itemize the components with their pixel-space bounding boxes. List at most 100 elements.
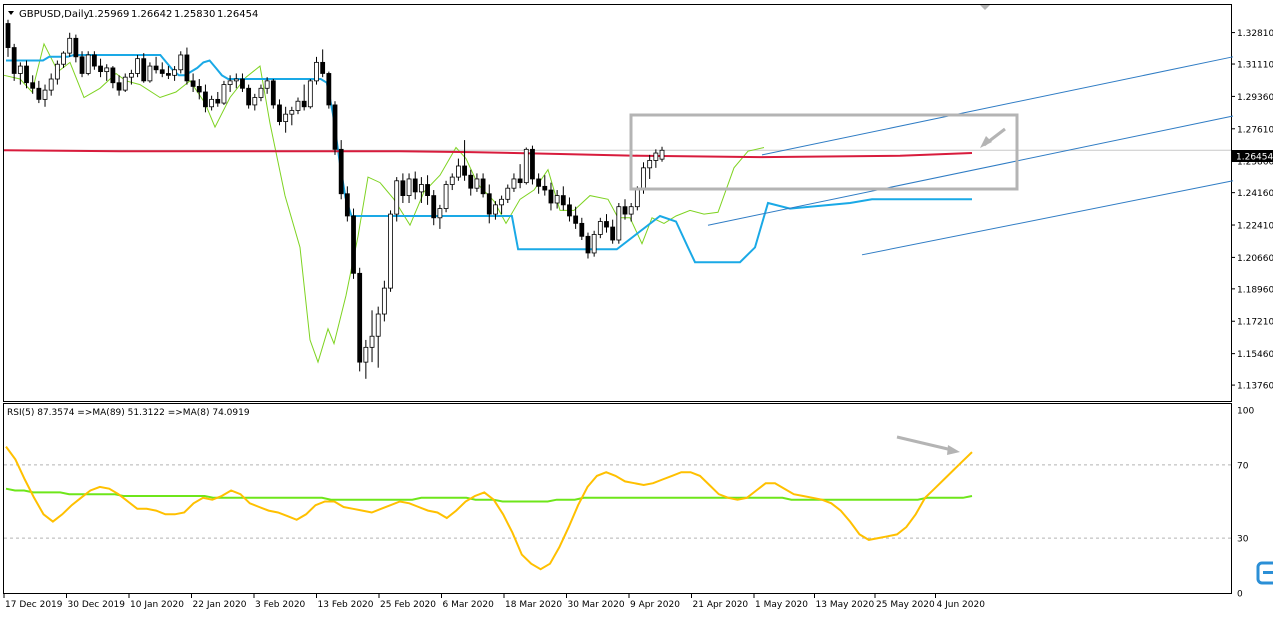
- candle-body: [456, 165, 461, 178]
- candle-body: [418, 184, 424, 193]
- candle-body: [116, 82, 122, 91]
- candle-body: [443, 184, 449, 209]
- candle-body: [240, 78, 245, 89]
- candle-body: [462, 165, 467, 176]
- candle-body: [585, 235, 591, 254]
- candle-body: [357, 272, 363, 363]
- candle-body: [283, 113, 289, 122]
- chart-root: GBPUSD,Daily 1.25969 1.26642 1.25830 1.2…: [0, 0, 1273, 618]
- candle-body: [449, 176, 455, 185]
- y-tick-label: 1.18960: [1237, 285, 1273, 295]
- y-tick-label: 1.31110: [1237, 61, 1273, 71]
- candle-body: [178, 54, 184, 71]
- candle-body: [270, 80, 276, 106]
- chart-title: GBPUSD,Daily: [19, 9, 90, 20]
- candle-body: [42, 89, 48, 100]
- x-tick-label: 21 Apr 2020: [693, 600, 749, 610]
- candle-body: [17, 65, 23, 74]
- candle-body: [641, 167, 646, 191]
- y-tick-label: 1.15460: [1237, 350, 1273, 360]
- x-tick-label: 1 May 2020: [755, 600, 808, 610]
- candle-body: [252, 97, 258, 106]
- x-tick-label: 17 Dec 2019: [5, 600, 63, 610]
- candle-body: [406, 178, 412, 196]
- candle-body: [591, 234, 597, 254]
- candle-body: [536, 178, 542, 187]
- candle-body: [147, 65, 153, 82]
- candle-body: [184, 54, 190, 82]
- rsi-tick-label: 0: [1237, 590, 1243, 600]
- candle-body: [530, 148, 535, 180]
- y-tick-label: 1.27610: [1237, 125, 1273, 135]
- x-tick-label: 18 Mar 2020: [505, 600, 562, 610]
- candle-body: [166, 73, 171, 76]
- candle-body: [474, 178, 480, 189]
- x-tick-label: 10 Jan 2020: [130, 600, 184, 610]
- candle-body: [363, 346, 369, 363]
- x-tick-label: 25 Feb 2020: [380, 600, 436, 610]
- candle-body: [159, 69, 165, 74]
- x-tick-label: 13 Feb 2020: [318, 600, 374, 610]
- candle-body: [388, 213, 393, 289]
- candle-body: [289, 110, 295, 115]
- ohlc-high: 1.26642: [131, 9, 172, 20]
- candle-body: [73, 37, 79, 58]
- rsi-tick-label: 30: [1237, 535, 1249, 545]
- candle-body: [67, 37, 73, 54]
- x-tick-label: 13 May 2020: [816, 600, 875, 610]
- rsi-tick-label: 70: [1237, 461, 1249, 471]
- candle-body: [172, 69, 177, 76]
- candle-body: [98, 65, 103, 73]
- candle-body: [567, 204, 572, 217]
- candle-body: [85, 54, 91, 74]
- candle-body: [493, 204, 498, 215]
- candle-body: [122, 76, 128, 91]
- candle-body: [523, 148, 529, 184]
- candle-body: [338, 148, 344, 195]
- candle-body: [301, 100, 307, 108]
- candle-body: [517, 178, 523, 184]
- candle-body: [425, 184, 430, 196]
- candle-body: [542, 185, 548, 191]
- candle-body: [277, 104, 282, 122]
- candle-body: [394, 180, 400, 215]
- candle-body: [659, 149, 665, 160]
- chart-svg: GBPUSD,Daily 1.25969 1.26642 1.25830 1.2…: [0, 0, 1273, 618]
- x-tick-label: 30 Dec 2019: [68, 600, 126, 610]
- candle-body: [437, 208, 443, 219]
- candle-body: [647, 160, 653, 169]
- y-tick-label: 1.20660: [1237, 254, 1273, 264]
- candle-body: [332, 104, 338, 150]
- candle-body: [227, 80, 233, 85]
- x-tick-label: 25 May 2020: [876, 600, 935, 610]
- candle-body: [233, 78, 239, 82]
- candle-body: [412, 178, 418, 193]
- candle-body: [209, 98, 215, 108]
- candle-body: [616, 206, 622, 241]
- background: [0, 0, 1273, 618]
- candle-body: [548, 189, 554, 204]
- x-tick-label: 9 Apr 2020: [630, 600, 680, 610]
- candle-body: [215, 98, 221, 104]
- candle-body: [258, 87, 264, 98]
- candle-body: [11, 47, 17, 74]
- candle-body: [190, 80, 196, 87]
- y-tick-label: 1.13760: [1237, 382, 1273, 392]
- candle-body: [560, 195, 566, 206]
- rsi-label: RSI(5) 87.3574 =>MA(89) 51.3122 =>MA(8) …: [7, 408, 250, 418]
- candle-body: [344, 193, 350, 217]
- x-tick-label: 22 Jan 2020: [193, 600, 247, 610]
- ohlc-low: 1.25830: [174, 9, 215, 20]
- candle-body: [246, 87, 252, 106]
- x-tick-label: 30 Mar 2020: [568, 600, 625, 610]
- candle-body: [91, 54, 97, 67]
- scroll-to-end-button[interactable]: [1256, 561, 1273, 585]
- candle-body: [5, 23, 11, 48]
- candle-body: [61, 52, 66, 65]
- candle-body: [54, 63, 60, 80]
- candle-body: [110, 67, 116, 84]
- candle-body: [326, 73, 332, 106]
- candle-body: [48, 78, 54, 91]
- candle-body: [30, 82, 36, 89]
- ohlc-open: 1.25969: [88, 9, 129, 20]
